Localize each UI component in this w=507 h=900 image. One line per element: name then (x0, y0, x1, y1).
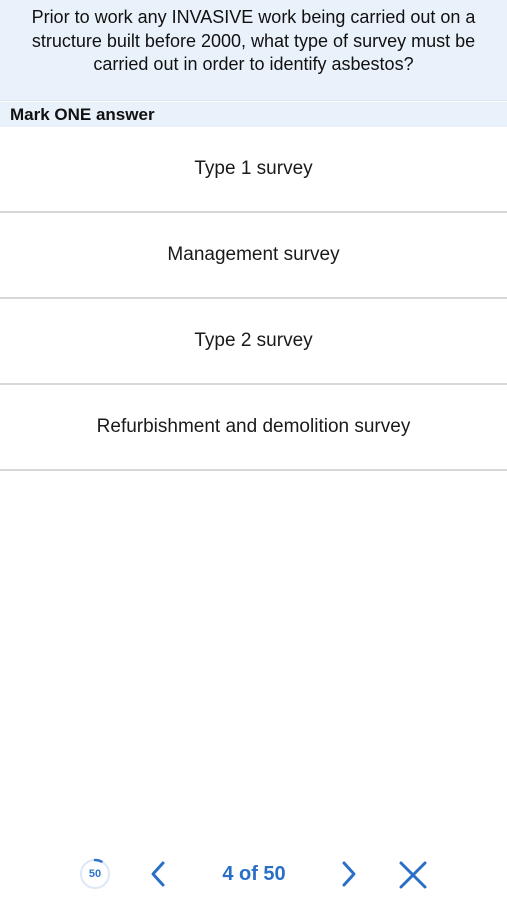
answer-option-type-1-survey[interactable]: Type 1 survey (0, 127, 507, 213)
question-navigation-bar: 50 4 of 50 (0, 846, 507, 900)
question-panel: Prior to work any INVASIVE work being ca… (0, 0, 507, 101)
answer-option-type-2-survey[interactable]: Type 2 survey (0, 299, 507, 385)
answer-option-refurbishment-demolition-survey[interactable]: Refurbishment and demolition survey (0, 385, 507, 471)
timer-label: 50 (88, 868, 102, 880)
question-counter: 4 of 50 (222, 862, 286, 885)
answer-option-management-survey[interactable]: Management survey (0, 213, 507, 299)
chevron-right-icon[interactable] (334, 858, 364, 890)
answer-instruction: Mark ONE answer (0, 102, 507, 127)
timer-icon[interactable]: 50 (78, 857, 112, 891)
answer-list: Type 1 survey Management survey Type 2 s… (0, 127, 507, 471)
question-text: Prior to work any INVASIVE work being ca… (31, 7, 476, 74)
quiz-screen: Prior to work any INVASIVE work being ca… (0, 0, 507, 900)
close-icon[interactable] (396, 858, 430, 892)
chevron-left-icon[interactable] (143, 858, 173, 890)
